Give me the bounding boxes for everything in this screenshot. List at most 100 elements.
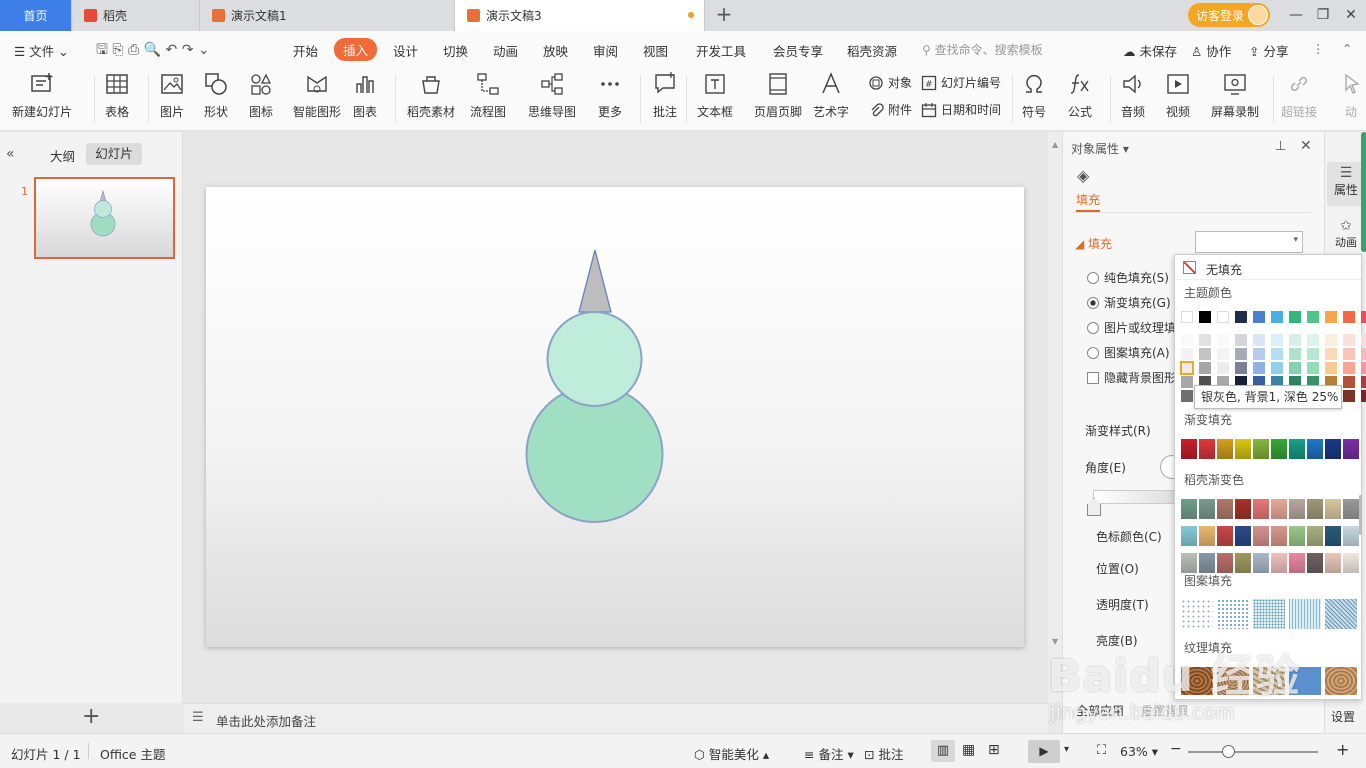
docer-gradient-swatch[interactable] xyxy=(1235,526,1251,546)
slide-canvas[interactable] xyxy=(206,187,1024,647)
theme-shade-swatch[interactable] xyxy=(1253,362,1265,374)
pin-icon[interactable]: ⊥ xyxy=(1275,139,1286,154)
theme-shade-swatch[interactable] xyxy=(1343,390,1355,402)
theme-shade-swatch[interactable] xyxy=(1325,348,1337,360)
docer-gradient-swatch[interactable] xyxy=(1217,553,1233,573)
new-slide-button[interactable]: 新建幻灯片 xyxy=(12,71,72,120)
theme-color-swatch[interactable] xyxy=(1289,311,1301,323)
zoom-slider-thumb[interactable] xyxy=(1222,745,1235,758)
comments-toggle-button[interactable]: ⊡ 批注 xyxy=(864,744,903,763)
theme-shade-swatch[interactable] xyxy=(1271,334,1283,346)
panel-title[interactable]: 对象属性 ▾ xyxy=(1071,140,1129,157)
theme-shade-swatch[interactable] xyxy=(1217,348,1229,360)
wordart-button[interactable]: 艺术字 xyxy=(813,71,849,120)
docer-gradient-swatch[interactable] xyxy=(1325,526,1341,546)
docer-gradient-swatch[interactable] xyxy=(1289,526,1305,546)
triangle-shape[interactable] xyxy=(578,249,612,313)
docer-gradient-swatch[interactable] xyxy=(1325,499,1341,519)
theme-shade-swatch[interactable] xyxy=(1289,362,1301,374)
theme-shade-swatch[interactable] xyxy=(1199,334,1211,346)
theme-shade-swatch[interactable] xyxy=(1217,334,1229,346)
quick-access-toolbar[interactable]: 🖫 ⎘ ⎙ 🔍 ↶ ↷ ⌄ xyxy=(96,39,210,63)
audio-button[interactable]: 音频 xyxy=(1120,71,1146,120)
solid-fill-radio[interactable]: 纯色填充(S) xyxy=(1087,269,1169,286)
docer-gradient-swatch[interactable] xyxy=(1307,526,1323,546)
docer-gradient-swatch[interactable] xyxy=(1289,499,1305,519)
theme-shade-swatch[interactable] xyxy=(1307,348,1319,360)
menu-insert[interactable]: 插入 xyxy=(334,38,378,61)
picture-texture-radio[interactable]: 图片或纹理填 xyxy=(1087,319,1176,336)
gradient-swatch[interactable] xyxy=(1253,439,1269,459)
theme-shade-swatch[interactable] xyxy=(1181,334,1193,346)
comment-button[interactable]: 批注 xyxy=(652,71,678,120)
theme-color-swatch[interactable] xyxy=(1217,311,1229,323)
docer-gradient-swatch[interactable] xyxy=(1271,499,1287,519)
theme-shade-swatch[interactable] xyxy=(1325,334,1337,346)
menu-start[interactable]: 开始 xyxy=(293,41,318,60)
docer-gradient-swatch[interactable] xyxy=(1307,499,1323,519)
fit-window-icon[interactable]: ⛶ xyxy=(1097,743,1106,758)
zoom-slider-track[interactable] xyxy=(1188,751,1318,753)
menu-design[interactable]: 设计 xyxy=(393,41,418,60)
menu-developer[interactable]: 开发工具 xyxy=(696,41,746,60)
share-button[interactable]: ⇪ 分享 xyxy=(1249,41,1288,60)
theme-color-swatch[interactable] xyxy=(1199,311,1211,323)
theme-shade-swatch[interactable] xyxy=(1181,376,1193,388)
file-menu[interactable]: ☰ 文件 ⌄ xyxy=(14,41,69,60)
theme-shade-swatch[interactable] xyxy=(1181,348,1193,360)
gradient-swatch[interactable] xyxy=(1181,439,1197,459)
settings-rail-button[interactable]: 设置 xyxy=(1331,708,1355,725)
menu-member[interactable]: 会员专享 xyxy=(773,41,823,60)
theme-shade-swatch[interactable] xyxy=(1343,376,1355,388)
docer-material-button[interactable]: 稻壳素材 xyxy=(407,71,455,120)
docer-gradient-swatch[interactable] xyxy=(1271,553,1287,573)
theme-color-swatch[interactable] xyxy=(1361,311,1366,323)
tab-doc3[interactable]: 演示文稿3 xyxy=(455,0,705,31)
symbol-button[interactable]: 符号 xyxy=(1021,71,1047,120)
action-button[interactable]: 动 xyxy=(1338,71,1364,120)
docer-gradient-swatch[interactable] xyxy=(1181,499,1197,519)
theme-shade-swatch[interactable] xyxy=(1307,362,1319,374)
docer-gradient-swatch[interactable] xyxy=(1235,553,1251,573)
zoom-level[interactable]: 63% ▾ xyxy=(1120,744,1158,759)
docer-gradient-swatch[interactable] xyxy=(1199,526,1215,546)
theme-shade-swatch[interactable] xyxy=(1361,376,1366,388)
pattern-swatch[interactable] xyxy=(1289,599,1321,629)
add-slide-button[interactable]: + xyxy=(82,704,100,729)
reading-view-icon[interactable]: ⊞ xyxy=(988,742,1000,758)
object-button[interactable]: 对象 xyxy=(868,74,912,91)
smart-shape-button[interactable]: 智能图形 xyxy=(293,71,341,120)
gradient-stop-bar[interactable] xyxy=(1093,490,1178,504)
zoom-in-icon[interactable]: + xyxy=(1336,740,1349,759)
slide-thumbnail[interactable] xyxy=(34,177,175,259)
hyperlink-button[interactable]: 超链接 xyxy=(1281,71,1317,120)
datetime-button[interactable]: 日期和时间 xyxy=(921,101,1001,118)
docer-gradient-swatch[interactable] xyxy=(1343,499,1359,519)
docer-gradient-swatch[interactable] xyxy=(1235,499,1251,519)
gradient-swatch[interactable] xyxy=(1271,439,1287,459)
notes-toggle-button[interactable]: ≡ 备注 ▾ xyxy=(804,744,854,763)
guest-login-button[interactable]: 访客登录 xyxy=(1188,3,1270,27)
normal-view-icon[interactable]: ▥ xyxy=(931,740,955,762)
theme-shade-swatch[interactable] xyxy=(1217,362,1229,374)
formula-button[interactable]: 公式 xyxy=(1067,71,1093,120)
minimize-icon[interactable]: — xyxy=(1281,0,1311,31)
pattern-swatch[interactable] xyxy=(1217,599,1249,629)
gradient-swatch[interactable] xyxy=(1235,439,1251,459)
theme-shade-swatch[interactable] xyxy=(1343,362,1355,374)
textbox-button[interactable]: 文本框 xyxy=(697,71,733,120)
gradient-fill-radio[interactable]: 渐变填充(G) xyxy=(1087,294,1171,311)
docer-gradient-swatch[interactable] xyxy=(1325,553,1341,573)
attachment-button[interactable]: 附件 xyxy=(868,101,912,118)
gradient-swatch[interactable] xyxy=(1325,439,1341,459)
menu-view[interactable]: 视图 xyxy=(643,41,668,60)
menu-transition[interactable]: 切换 xyxy=(443,41,468,60)
docer-gradient-swatch[interactable] xyxy=(1253,553,1269,573)
tab-doc1[interactable]: 演示文稿1 xyxy=(200,0,455,31)
smart-beautify-button[interactable]: ⬡ 智能美化 ▴ xyxy=(694,744,769,763)
theme-name[interactable]: Office 主题 xyxy=(100,744,165,763)
theme-shade-swatch[interactable] xyxy=(1307,334,1319,346)
theme-color-swatch[interactable] xyxy=(1181,311,1193,323)
pattern-swatch[interactable] xyxy=(1253,599,1285,629)
pattern-swatch[interactable] xyxy=(1325,599,1357,629)
